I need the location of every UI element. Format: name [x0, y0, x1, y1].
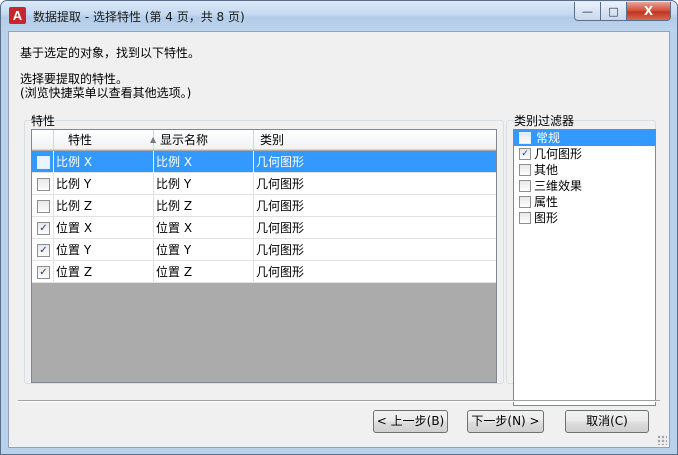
cell-property: 比例 Y	[54, 173, 154, 195]
filter-checkbox[interactable]	[519, 196, 531, 208]
dialog-window: A 数据提取 - 选择特性 (第 4 页，共 8 页) — □ X 基于选定的对…	[0, 0, 678, 455]
properties-group-label: 特性	[31, 114, 56, 128]
row-checkbox[interactable]	[37, 200, 50, 213]
cell-display-name[interactable]: 位置 X	[154, 217, 254, 239]
category-filter-label: 类别过滤器	[514, 114, 575, 128]
window-title: 数据提取 - 选择特性 (第 4 页，共 8 页)	[33, 10, 245, 24]
found-properties-text: 基于选定的对象，找到以下特性。	[20, 46, 201, 60]
category-filter-list[interactable]: 常规 ✓ 几何图形 其他 三维效果 属性 图形	[513, 129, 656, 406]
filter-item[interactable]: 常规	[514, 130, 655, 146]
filter-item-label: 属性	[534, 195, 559, 209]
cell-category: 几何图形	[256, 265, 305, 279]
cell-property: 位置 Z	[54, 261, 154, 283]
cell-property: 位置 X	[54, 217, 154, 239]
filter-item[interactable]: 其他	[514, 162, 655, 178]
table-row[interactable]: ✓ 位置 Z 位置 Z 几何图形	[32, 261, 496, 283]
title-bar[interactable]: A 数据提取 - 选择特性 (第 4 页，共 8 页) — □ X	[1, 1, 677, 31]
filter-item-label: 常规	[534, 131, 563, 145]
header-property-label: 特性	[68, 133, 93, 147]
cell-display-name[interactable]: 位置 Y	[154, 239, 254, 261]
header-property[interactable]: 特性	[54, 130, 154, 150]
row-checkbox-cell: ✓	[32, 217, 54, 239]
cell-category: 几何图形	[256, 243, 305, 257]
row-checkbox[interactable]	[37, 156, 50, 169]
grid-header: 特性 ▲ 显示名称 类别	[32, 130, 496, 150]
row-checkbox[interactable]: ✓	[37, 222, 50, 235]
grid-body: 比例 X 比例 X 几何图形 比例 Y 比例 Y 几何图形 比例 Z 比例 Z 几何图形 ✓ 位置 …	[32, 151, 496, 283]
minimize-button[interactable]: —	[574, 2, 601, 21]
filter-item-label: 其他	[534, 163, 559, 177]
resize-grip[interactable]	[657, 435, 667, 445]
filter-checkbox[interactable]: ✓	[519, 148, 531, 160]
filter-checkbox[interactable]	[519, 164, 531, 176]
cell-category: 几何图形	[256, 177, 305, 191]
filter-item-label: 图形	[534, 211, 559, 225]
header-category[interactable]: 类别	[254, 130, 496, 150]
filter-item-label: 三维效果	[534, 179, 583, 193]
row-checkbox[interactable]	[37, 178, 50, 191]
cell-category: 几何图形	[256, 221, 305, 235]
table-row[interactable]: ✓ 位置 X 位置 X 几何图形	[32, 217, 496, 239]
header-checkbox-column[interactable]	[32, 130, 54, 150]
filter-checkbox[interactable]	[519, 180, 531, 192]
autocad-app-icon: A	[9, 7, 26, 24]
row-checkbox[interactable]: ✓	[37, 244, 50, 257]
filter-item[interactable]: 属性	[514, 194, 655, 210]
table-row[interactable]: 比例 Y 比例 Y 几何图形	[32, 173, 496, 195]
dialog-client-area: 基于选定的对象，找到以下特性。 选择要提取的特性。 (浏览快捷菜单以查看其他选项…	[8, 31, 670, 448]
close-button[interactable]: X	[627, 2, 671, 21]
filter-item[interactable]: ✓ 几何图形	[514, 146, 655, 162]
filter-item[interactable]: 图形	[514, 210, 655, 226]
context-menu-hint-text: (浏览快捷菜单以查看其他选项。)	[20, 86, 192, 100]
cell-property: 位置 Y	[54, 239, 154, 261]
filter-item[interactable]: 三维效果	[514, 178, 655, 194]
cell-display-name[interactable]: 比例 Y	[154, 173, 254, 195]
previous-button[interactable]: < 上一步(B)	[373, 410, 448, 433]
header-display-name[interactable]: 显示名称	[154, 130, 254, 150]
table-row[interactable]: 比例 X 比例 X 几何图形	[32, 151, 496, 173]
cell-property: 比例 Z	[54, 195, 154, 217]
table-row[interactable]: ✓ 位置 Y 位置 Y 几何图形	[32, 239, 496, 261]
cell-category: 几何图形	[256, 155, 305, 169]
row-checkbox-cell: ✓	[32, 239, 54, 261]
filter-checkbox[interactable]	[519, 212, 531, 224]
row-checkbox-cell	[32, 151, 54, 173]
next-button[interactable]: 下一步(N) >	[467, 410, 544, 433]
row-checkbox-cell	[32, 195, 54, 217]
button-separator	[18, 400, 660, 402]
window-controls: — □ X	[574, 2, 671, 22]
properties-grid[interactable]: 特性 ▲ 显示名称 类别 比例 X 比例 X 几何图形 比例 Y 比例 Y 几何图形 比例 …	[31, 129, 497, 383]
cell-category: 几何图形	[256, 199, 305, 213]
maximize-button[interactable]: □	[601, 2, 627, 21]
cell-display-name[interactable]: 比例 Z	[154, 195, 254, 217]
cell-display-name[interactable]: 位置 Z	[154, 261, 254, 283]
row-checkbox[interactable]: ✓	[37, 266, 50, 279]
row-checkbox-cell: ✓	[32, 261, 54, 283]
cell-property: 比例 X	[54, 151, 154, 173]
table-row[interactable]: 比例 Z 比例 Z 几何图形	[32, 195, 496, 217]
filter-item-label: 几何图形	[534, 147, 583, 161]
cancel-button[interactable]: 取消(C)	[565, 410, 649, 433]
filter-checkbox[interactable]	[519, 132, 531, 144]
cell-display-name[interactable]: 比例 X	[154, 151, 254, 173]
row-checkbox-cell	[32, 173, 54, 195]
